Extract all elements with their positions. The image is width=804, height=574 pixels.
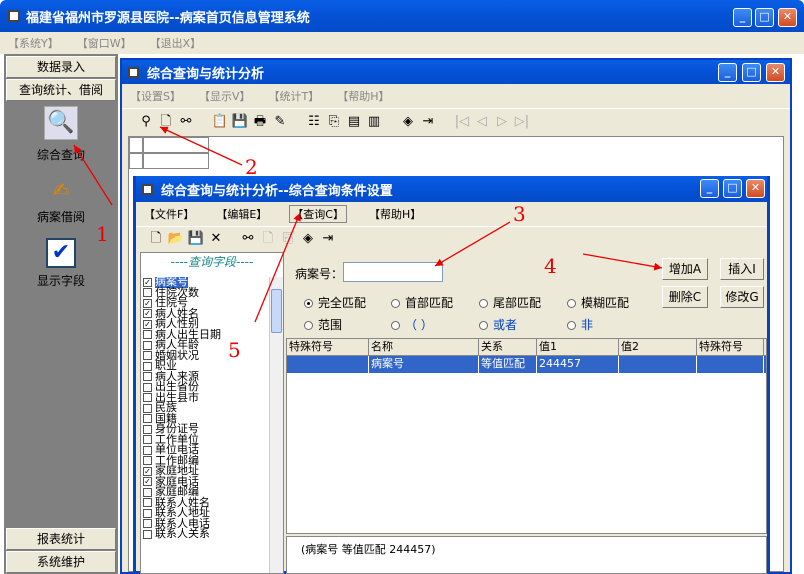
annotation-1: 1 <box>96 222 109 246</box>
annotation-2: 2 <box>245 155 258 179</box>
arrow-2 <box>159 126 243 166</box>
annotation-3: 3 <box>513 202 526 226</box>
annotation-4: 4 <box>544 254 557 278</box>
arrow-1 <box>73 144 113 206</box>
arrow-4 <box>582 253 663 271</box>
arrow-5 <box>254 212 301 323</box>
annotation-5: 5 <box>228 338 241 362</box>
arrow-3 <box>434 221 511 267</box>
annotation-arrows <box>73 126 663 323</box>
